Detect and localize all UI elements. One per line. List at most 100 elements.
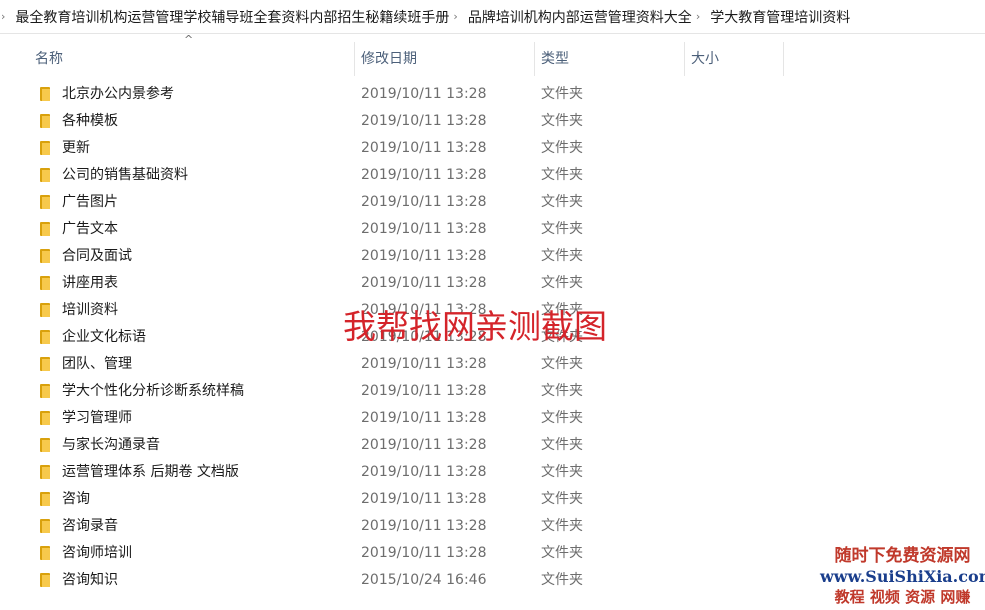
file-name: 运营管理体系 后期卷 文档版 bbox=[62, 464, 239, 480]
file-date: 2019/10/11 13:28 bbox=[361, 167, 487, 183]
file-row[interactable]: 咨询 2019/10/11 13:28 文件夹 bbox=[0, 486, 985, 513]
folder-icon bbox=[40, 276, 50, 290]
file-type: 文件夹 bbox=[541, 491, 583, 507]
file-row[interactable]: 咨询师培训 2019/10/11 13:28 文件夹 bbox=[0, 540, 985, 567]
folder-icon bbox=[40, 303, 50, 317]
file-name: 咨询录音 bbox=[62, 518, 118, 534]
file-date: 2019/10/11 13:28 bbox=[361, 86, 487, 102]
breadcrumb-chevron-icon[interactable]: › bbox=[696, 10, 700, 23]
folder-icon bbox=[40, 492, 50, 506]
breadcrumb-chevron-icon[interactable]: › bbox=[1, 10, 5, 23]
file-date: 2019/10/11 13:28 bbox=[361, 194, 487, 210]
file-row[interactable]: 咨询知识 2015/10/24 16:46 文件夹 bbox=[0, 567, 985, 594]
file-type: 文件夹 bbox=[541, 140, 583, 156]
file-row[interactable]: 各种模板 2019/10/11 13:28 文件夹 bbox=[0, 108, 985, 135]
file-name: 讲座用表 bbox=[62, 275, 118, 291]
file-row[interactable]: 学大个性化分析诊断系统样稿 2019/10/11 13:28 文件夹 bbox=[0, 378, 985, 405]
file-row[interactable]: 广告文本 2019/10/11 13:28 文件夹 bbox=[0, 216, 985, 243]
folder-icon bbox=[40, 114, 50, 128]
file-row[interactable]: 培训资料 2019/10/11 13:28 文件夹 bbox=[0, 297, 985, 324]
file-date: 2019/10/11 13:28 bbox=[361, 383, 487, 399]
folder-icon bbox=[40, 141, 50, 155]
file-name: 团队、管理 bbox=[62, 356, 132, 372]
file-type: 文件夹 bbox=[541, 329, 583, 345]
file-name: 咨询 bbox=[62, 491, 90, 507]
column-header-date[interactable]: 修改日期 bbox=[355, 42, 535, 76]
folder-icon bbox=[40, 87, 50, 101]
folder-icon bbox=[40, 384, 50, 398]
file-date: 2019/10/11 13:28 bbox=[361, 437, 487, 453]
file-row[interactable]: 与家长沟通录音 2019/10/11 13:28 文件夹 bbox=[0, 432, 985, 459]
file-name: 广告图片 bbox=[62, 194, 118, 210]
breadcrumb-chevron-icon[interactable]: › bbox=[453, 10, 457, 23]
breadcrumb: › 最全教育培训机构运营管理学校辅导班全套资料内部招生秘籍续班手册 › 品牌培训… bbox=[0, 0, 985, 34]
file-date: 2019/10/11 13:28 bbox=[361, 356, 487, 372]
breadcrumb-item-2[interactable]: 品牌培训机构内部运营管理资料大全 bbox=[466, 7, 694, 27]
file-date: 2019/10/11 13:28 bbox=[361, 140, 487, 156]
file-date: 2019/10/11 13:28 bbox=[361, 221, 487, 237]
file-type: 文件夹 bbox=[541, 221, 583, 237]
file-type: 文件夹 bbox=[541, 383, 583, 399]
folder-icon bbox=[40, 573, 50, 587]
file-row[interactable]: 广告图片 2019/10/11 13:28 文件夹 bbox=[0, 189, 985, 216]
file-date: 2019/10/11 13:28 bbox=[361, 410, 487, 426]
file-row[interactable]: 学习管理师 2019/10/11 13:28 文件夹 bbox=[0, 405, 985, 432]
file-name: 各种模板 bbox=[62, 113, 118, 129]
file-name: 与家长沟通录音 bbox=[62, 437, 160, 453]
file-date: 2019/10/11 13:28 bbox=[361, 113, 487, 129]
folder-icon bbox=[40, 249, 50, 263]
column-header-row: ^ 名称 修改日期 类型 大小 bbox=[0, 33, 985, 78]
file-type: 文件夹 bbox=[541, 437, 583, 453]
file-list: 北京办公内景参考 2019/10/11 13:28 文件夹 各种模板 2019/10/1… bbox=[0, 81, 985, 594]
file-date: 2019/10/11 13:28 bbox=[361, 275, 487, 291]
file-row[interactable]: 咨询录音 2019/10/11 13:28 文件夹 bbox=[0, 513, 985, 540]
column-header-name[interactable]: 名称 bbox=[29, 42, 355, 76]
folder-icon bbox=[40, 357, 50, 371]
file-row[interactable]: 讲座用表 2019/10/11 13:28 文件夹 bbox=[0, 270, 985, 297]
file-type: 文件夹 bbox=[541, 302, 583, 318]
folder-icon bbox=[40, 438, 50, 452]
file-date: 2019/10/11 13:28 bbox=[361, 248, 487, 264]
file-type: 文件夹 bbox=[541, 464, 583, 480]
file-name: 培训资料 bbox=[62, 302, 118, 318]
file-row[interactable]: 北京办公内景参考 2019/10/11 13:28 文件夹 bbox=[0, 81, 985, 108]
file-type: 文件夹 bbox=[541, 518, 583, 534]
file-date: 2019/10/11 13:28 bbox=[361, 464, 487, 480]
file-row[interactable]: 合同及面试 2019/10/11 13:28 文件夹 bbox=[0, 243, 985, 270]
folder-icon bbox=[40, 546, 50, 560]
file-name: 企业文化标语 bbox=[62, 329, 146, 345]
file-name: 合同及面试 bbox=[62, 248, 132, 264]
file-row[interactable]: 公司的销售基础资料 2019/10/11 13:28 文件夹 bbox=[0, 162, 985, 189]
file-type: 文件夹 bbox=[541, 275, 583, 291]
folder-icon bbox=[40, 195, 50, 209]
file-date: 2015/10/24 16:46 bbox=[361, 572, 487, 588]
file-type: 文件夹 bbox=[541, 545, 583, 561]
column-header-size[interactable]: 大小 bbox=[685, 42, 784, 76]
file-type: 文件夹 bbox=[541, 356, 583, 372]
folder-icon bbox=[40, 519, 50, 533]
file-type: 文件夹 bbox=[541, 194, 583, 210]
file-row[interactable]: 团队、管理 2019/10/11 13:28 文件夹 bbox=[0, 351, 985, 378]
folder-icon bbox=[40, 222, 50, 236]
file-type: 文件夹 bbox=[541, 86, 583, 102]
file-date: 2019/10/11 13:28 bbox=[361, 545, 487, 561]
breadcrumb-item-1[interactable]: 最全教育培训机构运营管理学校辅导班全套资料内部招生秘籍续班手册 bbox=[13, 7, 451, 27]
file-date: 2019/10/11 13:28 bbox=[361, 518, 487, 534]
file-name: 学习管理师 bbox=[62, 410, 132, 426]
file-name: 学大个性化分析诊断系统样稿 bbox=[62, 383, 244, 399]
file-date: 2019/10/11 13:28 bbox=[361, 329, 487, 345]
folder-icon bbox=[40, 168, 50, 182]
file-type: 文件夹 bbox=[541, 248, 583, 264]
file-row[interactable]: 更新 2019/10/11 13:28 文件夹 bbox=[0, 135, 985, 162]
file-name: 咨询师培训 bbox=[62, 545, 132, 561]
breadcrumb-item-3[interactable]: 学大教育管理培训资料 bbox=[708, 7, 852, 27]
file-name: 公司的销售基础资料 bbox=[62, 167, 188, 183]
column-header-type[interactable]: 类型 bbox=[535, 42, 685, 76]
file-type: 文件夹 bbox=[541, 113, 583, 129]
file-row[interactable]: 企业文化标语 2019/10/11 13:28 文件夹 bbox=[0, 324, 985, 351]
file-row[interactable]: 运营管理体系 后期卷 文档版 2019/10/11 13:28 文件夹 bbox=[0, 459, 985, 486]
file-date: 2019/10/11 13:28 bbox=[361, 302, 487, 318]
folder-icon bbox=[40, 411, 50, 425]
file-type: 文件夹 bbox=[541, 572, 583, 588]
file-date: 2019/10/11 13:28 bbox=[361, 491, 487, 507]
